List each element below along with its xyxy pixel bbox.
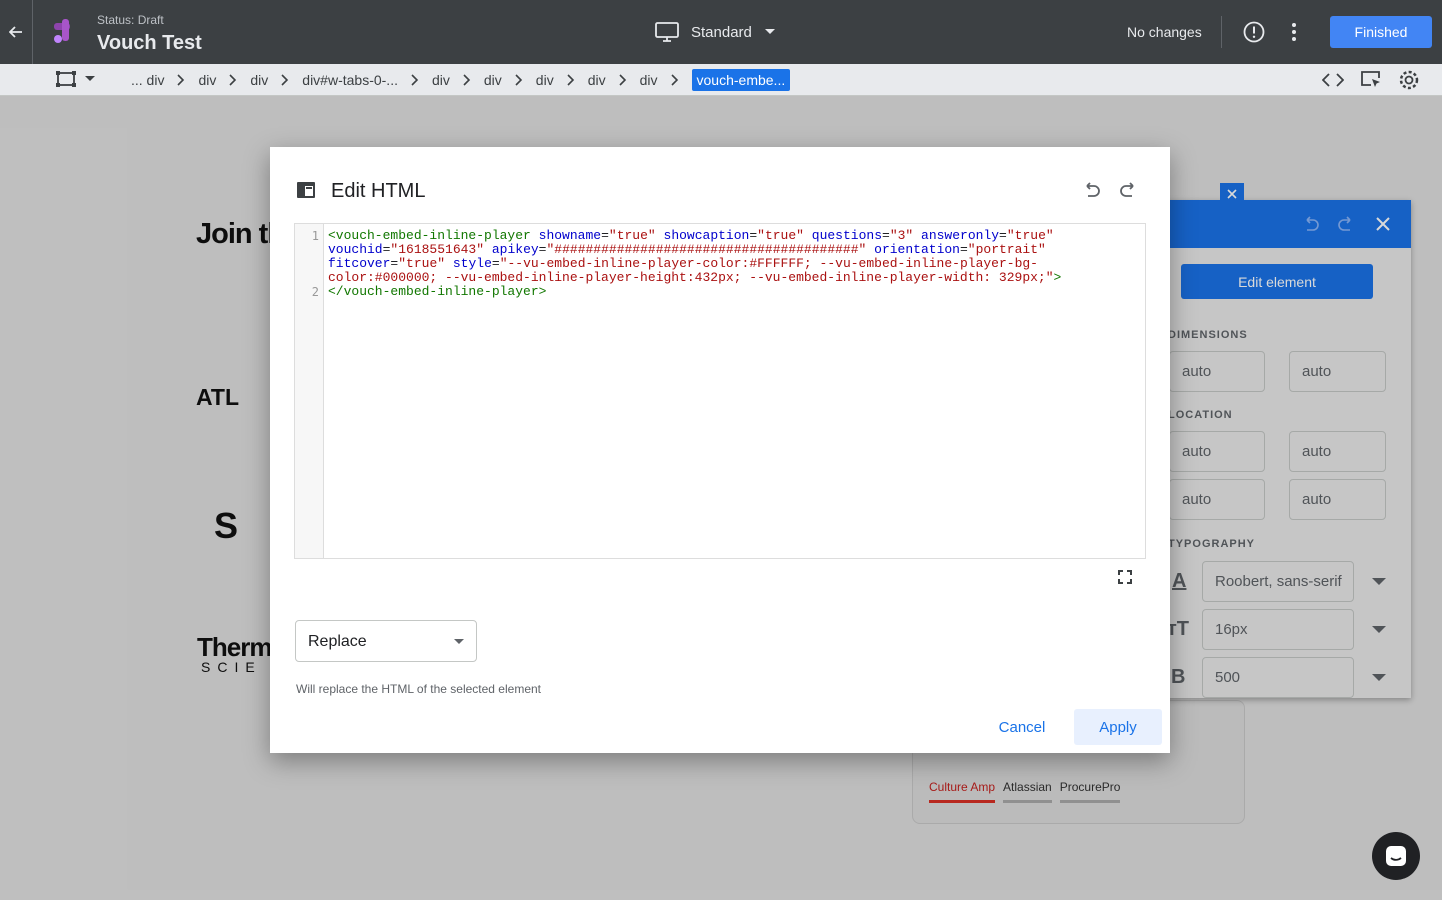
desktop-icon <box>655 22 679 42</box>
breadcrumb-item[interactable]: div <box>532 72 558 88</box>
code-icon[interactable] <box>1322 73 1344 87</box>
select-element-icon[interactable] <box>1360 70 1382 90</box>
breadcrumb-item[interactable]: ... div <box>127 72 168 88</box>
breadcrumb-item[interactable]: div <box>428 72 454 88</box>
select-frame-icon <box>56 71 76 87</box>
code-content[interactable]: <vouch-embed-inline-player showname="tru… <box>328 229 1138 299</box>
chevron-right-icon <box>402 74 428 86</box>
code-line-1-wrap-1: vouchid="1618551643" apikey="###########… <box>328 242 1046 257</box>
code-line-1: <vouch-embed-inline-player showname="tru… <box>328 228 1054 243</box>
fullscreen-icon[interactable] <box>1118 570 1132 584</box>
code-line-1-wrap-2: fitcover="true" style="--vu-embed-inline… <box>328 256 1038 271</box>
undo-icon[interactable] <box>1082 181 1102 199</box>
settings-gear-icon[interactable] <box>1398 69 1420 91</box>
apply-button[interactable]: Apply <box>1074 709 1162 745</box>
redo-icon[interactable] <box>1118 181 1138 199</box>
mode-hint: Will replace the HTML of the selected el… <box>296 682 541 696</box>
selection-tool[interactable] <box>55 70 95 88</box>
mode-select-value: Replace <box>308 633 367 650</box>
chevron-right-icon <box>506 74 532 86</box>
diagnostics-icon[interactable] <box>1243 21 1265 43</box>
top-bar: Status: Draft Vouch Test Standard No cha… <box>0 0 1442 64</box>
experience-name: Vouch Test <box>97 32 202 54</box>
line-number: 2 <box>311 285 319 299</box>
breadcrumb-item[interactable]: div <box>636 72 662 88</box>
finished-button[interactable]: Finished <box>1330 16 1432 48</box>
arrow-back-icon <box>9 26 22 38</box>
line-number-gutter: 1 2 <box>295 224 324 558</box>
line-number: 1 <box>311 229 319 243</box>
dropdown-arrow-icon <box>85 76 95 81</box>
changes-status: No changes <box>1127 24 1202 40</box>
code-line-2: </vouch-embed-inline-player> <box>328 284 547 299</box>
chevron-right-icon <box>220 74 246 86</box>
divider <box>1221 16 1222 48</box>
breadcrumb: ... div div div div#w-tabs-0-... div div… <box>127 64 791 96</box>
breadcrumb-item[interactable]: div <box>480 72 506 88</box>
chevron-right-icon <box>662 74 688 86</box>
dialog-title: Edit HTML <box>331 180 426 202</box>
cancel-button[interactable]: Cancel <box>990 709 1054 745</box>
back-button[interactable] <box>0 0 33 64</box>
chevron-right-icon <box>272 74 298 86</box>
optimize-logo-icon <box>54 19 70 43</box>
breadcrumb-tools <box>1322 69 1420 91</box>
code-line-1-wrap-3: color:#000000; --vu-embed-inline-player-… <box>328 270 1062 285</box>
device-selector[interactable]: Standard <box>655 18 776 46</box>
chevron-right-icon <box>454 74 480 86</box>
more-vert-icon[interactable] <box>1284 21 1304 43</box>
html-editor-icon <box>297 182 315 198</box>
mode-select[interactable]: Replace <box>295 620 477 662</box>
breadcrumb-item[interactable]: div <box>246 72 272 88</box>
breadcrumb-item[interactable]: div <box>194 72 220 88</box>
breadcrumb-item-selected[interactable]: vouch-embe... <box>691 69 791 91</box>
breadcrumb-item[interactable]: div#w-tabs-0-... <box>298 72 402 88</box>
status-label: Status: Draft <box>97 13 164 27</box>
code-editor[interactable]: 1 2 <vouch-embed-inline-player showname=… <box>294 223 1146 559</box>
device-label: Standard <box>691 23 752 41</box>
chevron-right-icon <box>558 74 584 86</box>
dropdown-arrow-icon <box>764 29 775 34</box>
edit-html-dialog: Edit HTML 1 2 <vouch-embed-inline-player… <box>270 147 1170 753</box>
chat-launcher-button[interactable] <box>1372 832 1420 880</box>
breadcrumb-item[interactable]: div <box>584 72 610 88</box>
chevron-right-icon <box>168 74 194 86</box>
dropdown-arrow-icon <box>454 639 464 644</box>
chat-icon <box>1386 846 1406 866</box>
chevron-right-icon <box>610 74 636 86</box>
element-breadcrumb-bar: ... div div div div#w-tabs-0-... div div… <box>0 64 1442 96</box>
